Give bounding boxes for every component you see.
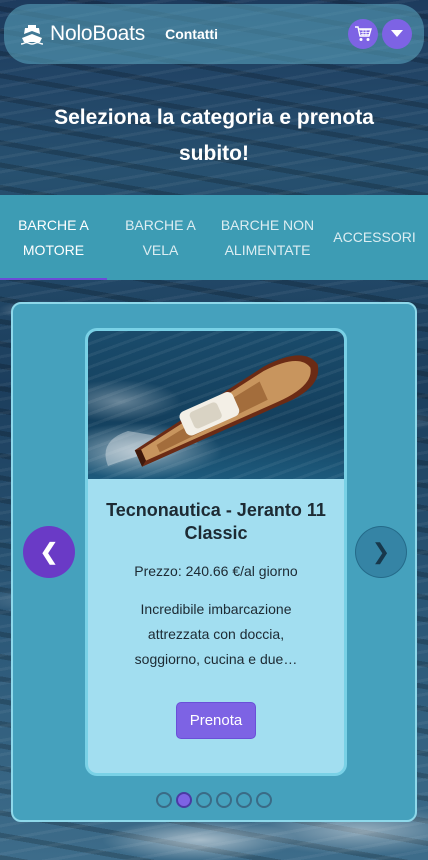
boat-carousel: Tecnonautica - Jeranto 11 Classic Prezzo…	[11, 302, 417, 822]
motorboat-illustration	[105, 355, 319, 467]
carousel-next-button[interactable]: ❯	[355, 526, 407, 578]
category-tabs: BARCHE A MOTORE BARCHE A VELA BARCHE NON…	[0, 195, 428, 280]
chevron-left-icon: ❮	[39, 539, 59, 564]
tab-sailboats[interactable]: BARCHE A VELA	[107, 195, 214, 280]
boat-price: Prezzo: 240.66 €/al giorno	[134, 563, 298, 579]
carousel-dot[interactable]	[196, 792, 212, 808]
carousel-dot[interactable]	[156, 792, 172, 808]
tab-non-powered-boats[interactable]: BARCHE NON ALIMENTATE	[214, 195, 321, 280]
carousel-dot[interactable]	[256, 792, 272, 808]
menu-toggle-button[interactable]	[382, 19, 412, 49]
cart-icon	[355, 26, 372, 41]
cart-button[interactable]	[348, 19, 378, 49]
tab-motor-boats[interactable]: BARCHE A MOTORE	[0, 195, 107, 280]
boat-card: Tecnonautica - Jeranto 11 Classic Prezzo…	[85, 328, 347, 776]
top-navbar: NoloBoats Contatti	[4, 4, 424, 64]
boat-description: Incredibile imbarcazione attrezzata con …	[134, 601, 298, 667]
brand-name: NoloBoats	[50, 22, 146, 45]
boat-icon	[20, 25, 44, 45]
chevron-down-icon	[391, 30, 403, 37]
carousel-indicators	[13, 792, 415, 808]
boat-image	[88, 331, 344, 479]
carousel-prev-button[interactable]: ❮	[23, 526, 75, 578]
carousel-dot[interactable]	[176, 792, 192, 808]
chevron-right-icon: ❯	[371, 539, 391, 564]
carousel-dot[interactable]	[216, 792, 232, 808]
book-button[interactable]: Prenota	[175, 702, 257, 739]
boat-title: Tecnonautica - Jeranto 11 Classic	[106, 500, 326, 543]
contacts-link[interactable]: Contatti	[165, 26, 218, 42]
hero-title: Seleziona la categoria e prenota subito!	[54, 106, 374, 165]
brand-logo[interactable]: NoloBoats	[20, 22, 145, 46]
tab-accessories[interactable]: ACCESSORI	[321, 195, 428, 280]
carousel-dot[interactable]	[236, 792, 252, 808]
